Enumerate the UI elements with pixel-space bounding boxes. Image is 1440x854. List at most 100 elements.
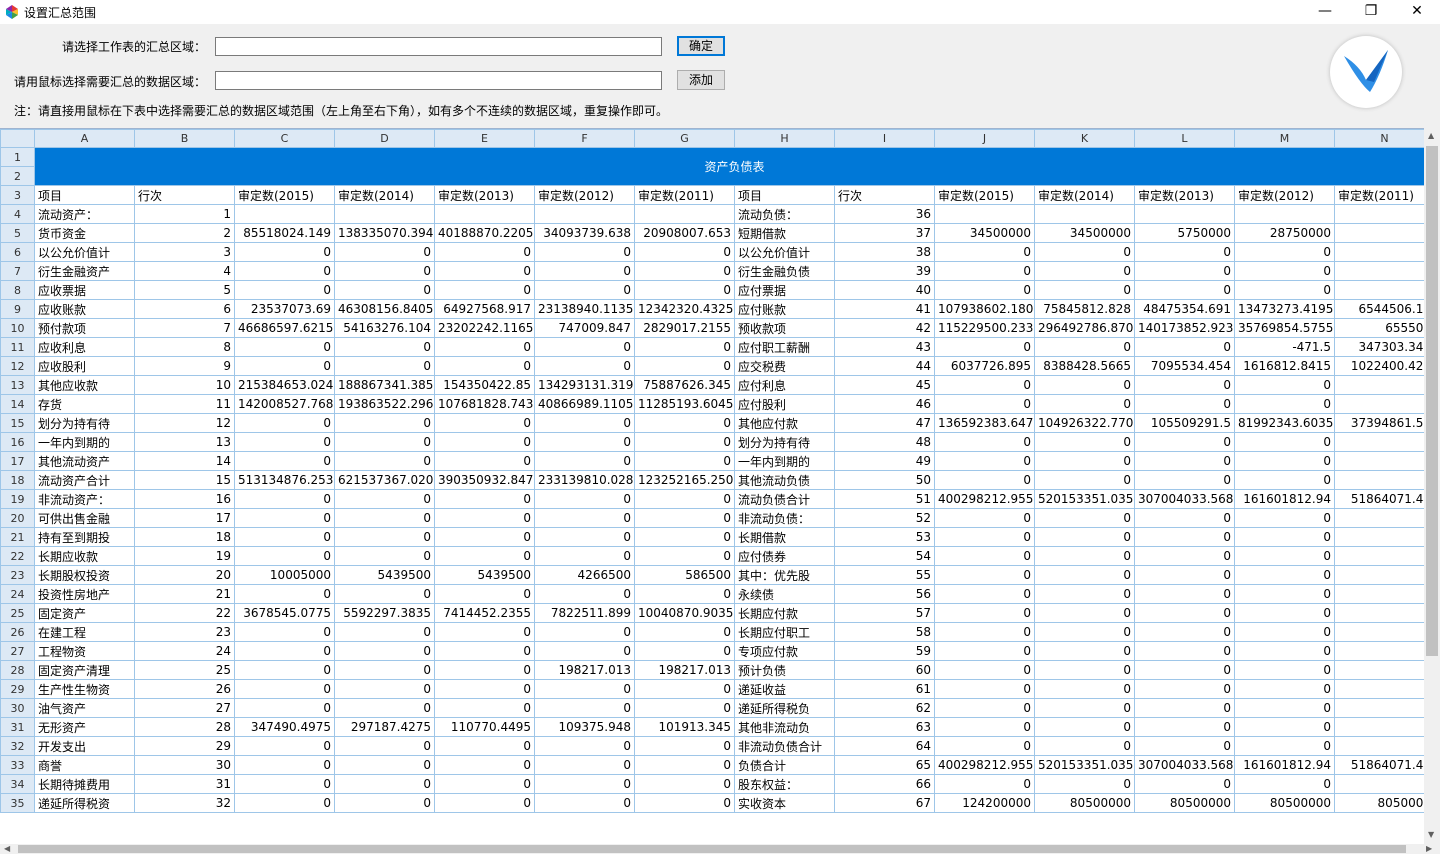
cell[interactable]: 54 <box>834 546 935 566</box>
row-header[interactable]: 3 <box>0 185 35 205</box>
cell[interactable]: 一年内到期的 <box>734 451 835 471</box>
cell[interactable] <box>1334 565 1424 585</box>
cell[interactable]: 0 <box>1034 717 1135 737</box>
cell[interactable] <box>1334 774 1424 794</box>
row-header[interactable]: 27 <box>0 641 35 661</box>
cell[interactable]: 应收利息 <box>34 337 135 357</box>
cell[interactable]: 41 <box>834 299 935 319</box>
table-row[interactable]: 9 应收账款 6 23537073.69 46308156.8405 64927568.9… <box>0 299 1424 319</box>
cell[interactable]: 40188870.2205 <box>434 223 535 243</box>
cell[interactable]: 0 <box>1234 717 1335 737</box>
cell[interactable]: 655500 <box>1334 318 1424 338</box>
cell[interactable]: 20 <box>134 565 235 585</box>
header-cell[interactable]: 审定数(2014) <box>334 185 435 205</box>
cell[interactable]: 55 <box>834 565 935 585</box>
cell[interactable]: 0 <box>1034 603 1135 623</box>
cell[interactable]: 23 <box>134 622 235 642</box>
cell[interactable]: 0 <box>634 451 735 471</box>
cell[interactable]: 0 <box>1134 679 1235 699</box>
cell[interactable]: 专项应付款 <box>734 641 835 661</box>
cell[interactable]: 188867341.3855 <box>334 375 435 395</box>
row-header[interactable]: 34 <box>0 774 35 794</box>
cell[interactable]: 198217.013 <box>534 660 635 680</box>
cell[interactable]: 0 <box>434 508 535 528</box>
cell[interactable]: 134293131.3195 <box>534 375 635 395</box>
cell[interactable]: 0 <box>1234 261 1335 281</box>
column-header[interactable]: G <box>634 129 735 148</box>
cell[interactable]: 10 <box>134 375 235 395</box>
cell[interactable]: 0 <box>634 622 735 642</box>
cell[interactable] <box>1334 622 1424 642</box>
cell[interactable]: 0 <box>334 261 435 281</box>
cell[interactable]: 0 <box>634 356 735 376</box>
cell[interactable]: 0 <box>1034 565 1135 585</box>
cell[interactable]: 0 <box>534 774 635 794</box>
add-button[interactable]: 添加 <box>677 70 725 90</box>
table-row[interactable]: 19 非流动资产： 16 0 0 0 0 0 流动负债合计 51 400298212.9555 520… <box>0 489 1424 509</box>
cell[interactable]: 0 <box>934 527 1035 547</box>
cell[interactable]: 0 <box>934 622 1035 642</box>
cell[interactable]: 流动资产合计 <box>34 470 135 490</box>
cell[interactable]: 0 <box>1034 641 1135 661</box>
cell[interactable]: 开发支出 <box>34 736 135 756</box>
cell[interactable]: 75887626.345 <box>634 375 735 395</box>
cell[interactable] <box>1334 641 1424 661</box>
cell[interactable]: 4266500 <box>534 565 635 585</box>
header-cell[interactable]: 审定数(2011) <box>1334 185 1424 205</box>
cell[interactable]: 28 <box>134 717 235 737</box>
cell[interactable]: 8 <box>134 337 235 357</box>
cell[interactable]: 非流动负债： <box>734 508 835 528</box>
column-header[interactable]: H <box>734 129 835 148</box>
cell[interactable]: 43 <box>834 337 935 357</box>
cell[interactable]: 63 <box>834 717 935 737</box>
cell[interactable]: 0 <box>234 356 335 376</box>
row-header[interactable]: 28 <box>0 660 35 680</box>
cell[interactable]: 0 <box>534 679 635 699</box>
cell[interactable]: 0 <box>1034 698 1135 718</box>
cell[interactable]: 0 <box>1234 698 1335 718</box>
cell[interactable]: 0 <box>634 261 735 281</box>
cell[interactable]: 0 <box>634 242 735 262</box>
cell[interactable]: 23537073.69 <box>234 299 335 319</box>
cell[interactable]: 0 <box>1134 736 1235 756</box>
cell[interactable]: 21 <box>134 584 235 604</box>
cell[interactable]: 8388428.5665 <box>1034 356 1135 376</box>
cell[interactable]: 0 <box>634 774 735 794</box>
cell[interactable]: 0 <box>1034 508 1135 528</box>
row-header[interactable]: 24 <box>0 584 35 604</box>
column-header[interactable]: F <box>534 129 635 148</box>
cell[interactable]: 0 <box>934 337 1035 357</box>
cell[interactable]: 107938602.1805 <box>934 299 1035 319</box>
cell[interactable]: 其他流动资产 <box>34 451 135 471</box>
cell[interactable]: 0 <box>534 242 635 262</box>
row-header[interactable]: 15 <box>0 413 35 433</box>
cell[interactable]: 应交税费 <box>734 356 835 376</box>
cell[interactable]: 持有至到期投 <box>34 527 135 547</box>
cell[interactable]: 0 <box>534 641 635 661</box>
cell[interactable]: 应付账款 <box>734 299 835 319</box>
cell[interactable]: 0 <box>1134 261 1235 281</box>
table-row[interactable]: 5 货币资金 2 85518024.149 138335070.394 40188870.… <box>0 223 1424 243</box>
cell[interactable]: 0 <box>534 508 635 528</box>
row-header[interactable]: 22 <box>0 546 35 566</box>
cell[interactable]: 0 <box>434 242 535 262</box>
balance-sheet-table[interactable]: ABCDEFGHIJKLMN 1 资产负债表 2 3 项目 行次 审定数(2015) 审定数(… <box>0 129 1424 813</box>
table-row[interactable]: 30 油气资产 27 0 0 0 0 0 递延所得税负 62 0 0 0 0 <box>0 698 1424 718</box>
row-header[interactable]: 13 <box>0 375 35 395</box>
cell[interactable]: 0 <box>234 546 335 566</box>
cell[interactable]: 37 <box>834 223 935 243</box>
cell[interactable]: 0 <box>934 375 1035 395</box>
cell[interactable]: 0 <box>1234 527 1335 547</box>
cell[interactable]: 138335070.394 <box>334 223 435 243</box>
table-row[interactable]: 24 投资性房地产 21 0 0 0 0 0 永续债 56 0 0 0 0 <box>0 584 1424 604</box>
cell[interactable]: 0 <box>234 527 335 547</box>
cell[interactable]: 非流动负债合计 <box>734 736 835 756</box>
cell[interactable]: 流动资产： <box>34 204 135 224</box>
cell[interactable]: 长期股权投资 <box>34 565 135 585</box>
cell[interactable]: 0 <box>1134 584 1235 604</box>
cell[interactable]: 31 <box>134 774 235 794</box>
header-cell[interactable]: 审定数(2015) <box>234 185 335 205</box>
cell[interactable]: 0 <box>334 242 435 262</box>
cell[interactable]: 9 <box>134 356 235 376</box>
cell[interactable]: 5439500 <box>434 565 535 585</box>
